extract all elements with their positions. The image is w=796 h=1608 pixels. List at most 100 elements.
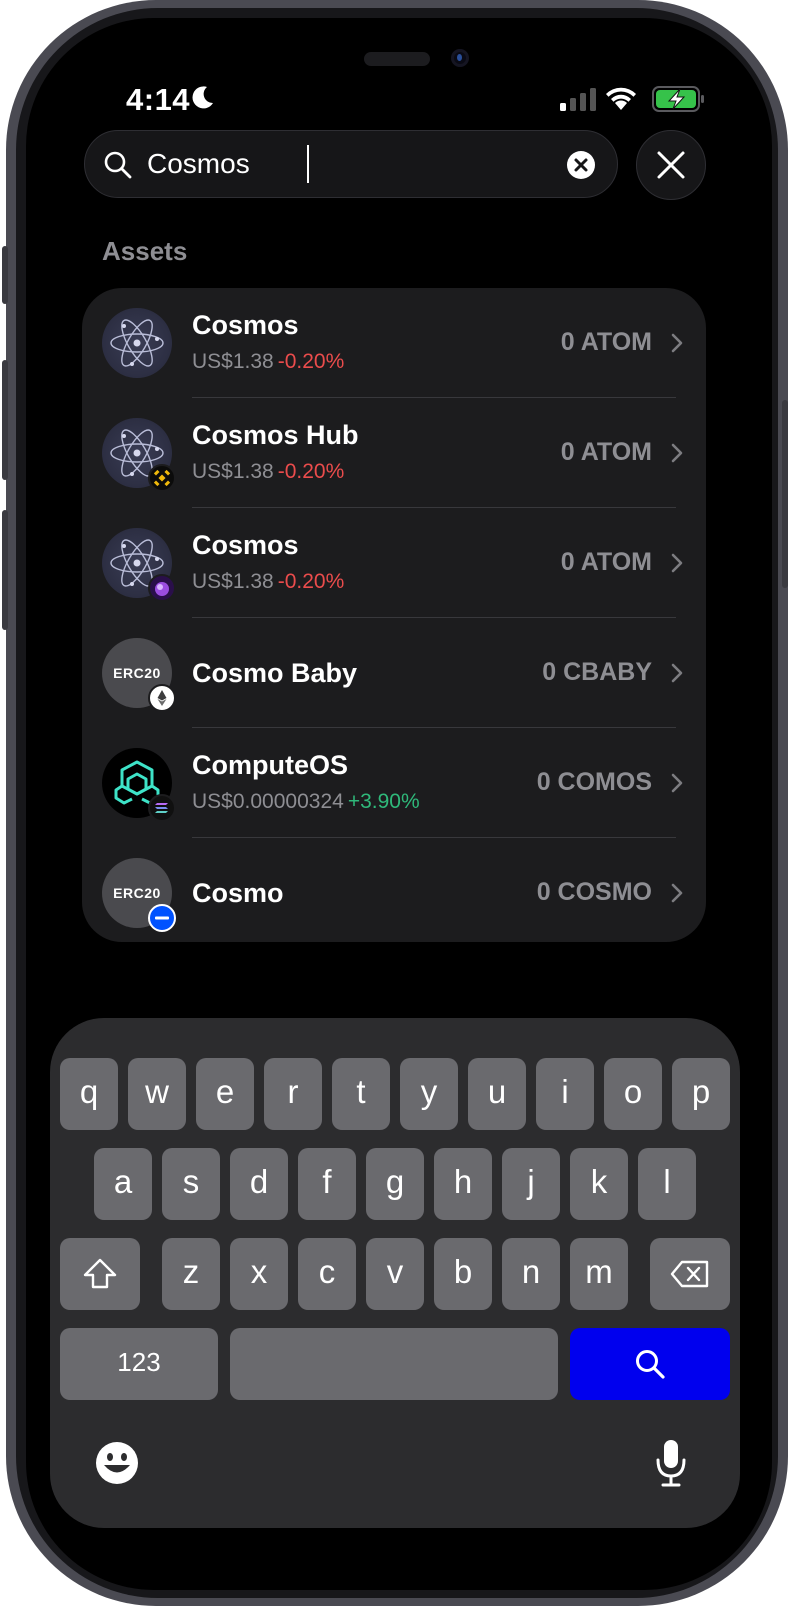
asset-balance: 0 COMOS	[536, 768, 652, 796]
speaker-grille	[364, 52, 430, 66]
microphone-icon[interactable]	[654, 1438, 688, 1488]
key-k[interactable]: k	[570, 1148, 628, 1220]
asset-balance: 0 CBABY	[542, 658, 652, 686]
status-bar: 4:14	[26, 78, 772, 122]
key-s[interactable]: s	[162, 1148, 220, 1220]
asset-name: Cosmos Hub	[192, 420, 359, 450]
delete-key[interactable]	[650, 1238, 730, 1310]
search-key[interactable]	[570, 1328, 730, 1400]
base-badge-icon	[148, 904, 176, 932]
key-h[interactable]: h	[434, 1148, 492, 1220]
asset-row-cosmo-baby[interactable]: ERC20 Cosmo Baby 0 CBABY	[82, 618, 706, 728]
asset-price-value: US$1.38	[192, 350, 274, 373]
key-g[interactable]: g	[366, 1148, 424, 1220]
asset-row-cosmos[interactable]: Cosmos US$1.38 -0.20% 0 ATOM	[82, 288, 706, 398]
key-l[interactable]: l	[638, 1148, 696, 1220]
close-search-button[interactable]	[636, 130, 706, 200]
chevron-right-icon	[671, 663, 683, 683]
volume-up-button	[2, 360, 8, 480]
search-key-icon	[636, 1350, 665, 1379]
asset-price: US$1.38 -0.20%	[192, 570, 344, 594]
key-n[interactable]: n	[502, 1238, 560, 1310]
key-y[interactable]: y	[400, 1058, 458, 1130]
asset-balance: 0 ATOM	[560, 548, 652, 576]
power-button	[782, 400, 788, 588]
screen: 4:14 Cosmos Assets Cosmos US$1.38 -0.20%…	[26, 18, 772, 1590]
cosmos-atom-icon	[102, 308, 172, 378]
clear-icon	[574, 158, 588, 172]
asset-balance: 0 ATOM	[560, 328, 652, 356]
chevron-right-icon	[671, 883, 683, 903]
asset-row-cosmos-hub[interactable]: Cosmos Hub US$1.38 -0.20% 0 ATOM	[82, 398, 706, 508]
asset-row-computeos[interactable]: ComputeOS US$0.00000324 +3.90% 0 COMOS	[82, 728, 706, 838]
chevron-right-icon	[671, 553, 683, 573]
asset-balance: 0 ATOM	[560, 438, 652, 466]
asset-price-value: US$1.38	[192, 570, 274, 593]
key-f[interactable]: f	[298, 1148, 356, 1220]
close-icon	[657, 151, 685, 179]
clear-search-button[interactable]	[567, 151, 595, 179]
asset-name: Cosmos	[192, 530, 299, 560]
key-v[interactable]: v	[366, 1238, 424, 1310]
key-e[interactable]: e	[196, 1058, 254, 1130]
chevron-right-icon	[671, 333, 683, 353]
asset-name: Cosmos	[192, 310, 299, 340]
key-d[interactable]: d	[230, 1148, 288, 1220]
phone-frame: 4:14 Cosmos Assets Cosmos US$1.38 -0.20%…	[2, 0, 788, 1606]
key-t[interactable]: t	[332, 1058, 390, 1130]
key-j[interactable]: j	[502, 1148, 560, 1220]
chevron-right-icon	[671, 443, 683, 463]
key-p[interactable]: p	[672, 1058, 730, 1130]
asset-change: -0.20%	[277, 350, 345, 373]
asset-change: -0.20%	[277, 460, 345, 483]
shift-icon	[83, 1258, 117, 1289]
asset-price: US$1.38 -0.20%	[192, 460, 344, 484]
asset-row-cosmo[interactable]: ERC20 Cosmo 0 COSMO	[82, 838, 706, 948]
key-b[interactable]: b	[434, 1238, 492, 1310]
key-r[interactable]: r	[264, 1058, 322, 1130]
search-input[interactable]	[147, 145, 547, 183]
ethereum-badge-icon	[148, 684, 176, 712]
key-q[interactable]: q	[60, 1058, 118, 1130]
action-button	[2, 246, 8, 304]
search-icon	[104, 151, 132, 179]
front-camera	[451, 49, 469, 67]
numbers-key[interactable]: 123	[60, 1328, 218, 1400]
delete-icon	[670, 1260, 709, 1288]
asset-name: Cosmo Baby	[192, 658, 358, 688]
solana-badge-icon	[148, 794, 176, 822]
key-a[interactable]: a	[94, 1148, 152, 1220]
key-i[interactable]: i	[536, 1058, 594, 1130]
key-z[interactable]: z	[162, 1238, 220, 1310]
space-key[interactable]	[230, 1328, 558, 1400]
search-field[interactable]	[84, 130, 618, 198]
keyboard: q w e r t y u i o p a s d f g h j k l z …	[50, 1018, 740, 1528]
bnb-chain-badge-icon	[148, 464, 176, 492]
key-u[interactable]: u	[468, 1058, 526, 1130]
chevron-right-icon	[671, 773, 683, 793]
asset-change: -0.20%	[277, 570, 345, 593]
asset-row-cosmos-osmosis[interactable]: Cosmos US$1.38 -0.20% 0 ATOM	[82, 508, 706, 618]
cellular-signal-icon	[560, 88, 596, 111]
battery-charging-icon	[652, 86, 704, 112]
key-w[interactable]: w	[128, 1058, 186, 1130]
asset-name: ComputeOS	[192, 750, 349, 780]
emoji-icon[interactable]	[94, 1440, 140, 1486]
shift-key[interactable]	[60, 1238, 140, 1310]
asset-price: US$1.38 -0.20%	[192, 350, 344, 374]
asset-balance: 0 COSMO	[536, 878, 652, 906]
assets-list: Cosmos US$1.38 -0.20% 0 ATOM Cosmos Hub …	[82, 288, 706, 942]
key-x[interactable]: x	[230, 1238, 288, 1310]
osmosis-badge-icon	[148, 574, 176, 602]
assets-section-title: Assets	[102, 236, 188, 266]
asset-price: US$0.00000324 +3.90%	[192, 790, 420, 814]
key-c[interactable]: c	[298, 1238, 356, 1310]
asset-price-value: US$1.38	[192, 460, 274, 483]
asset-price-value: US$0.00000324	[192, 790, 344, 813]
status-time: 4:14	[126, 82, 191, 117]
asset-name: Cosmo	[192, 878, 284, 908]
key-o[interactable]: o	[604, 1058, 662, 1130]
key-m[interactable]: m	[570, 1238, 628, 1310]
text-caret	[307, 145, 309, 183]
wifi-icon	[606, 87, 636, 110]
